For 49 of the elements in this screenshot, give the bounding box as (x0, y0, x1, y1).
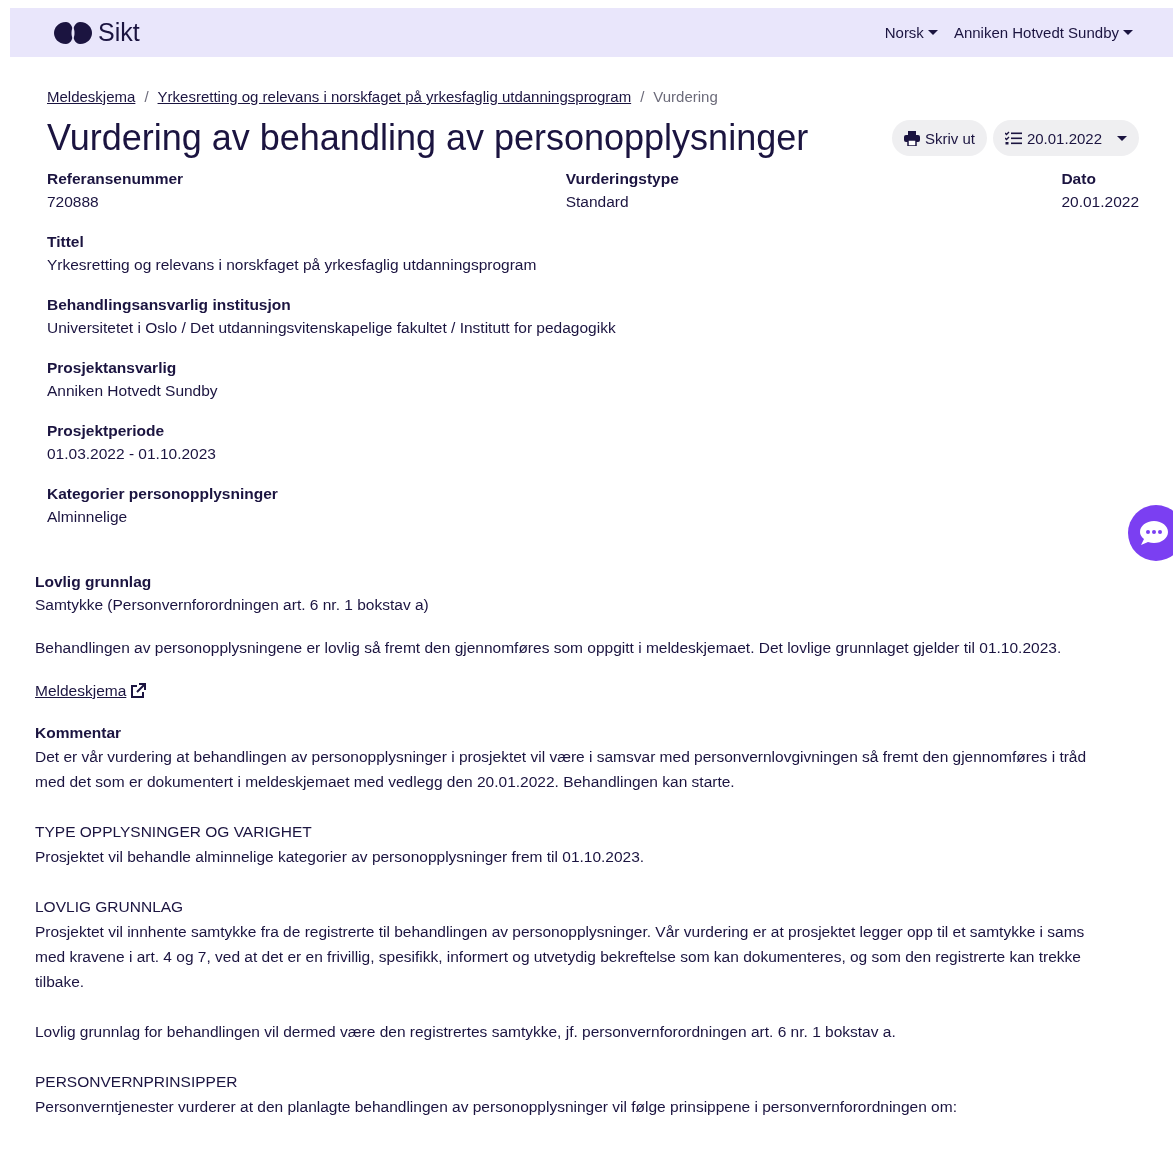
version-dropdown[interactable]: 20.01.2022 (992, 120, 1139, 156)
external-link-icon (130, 682, 147, 699)
text-line: Prosjektet vil innhente samtykke fra de registrerte til behandlingen av personopplysninger. Vår vurdering er at prosjektet legger opp til et samtykke i sams (35, 922, 1086, 942)
paragraph: Behandlingen av personopplysningene er lovlig så fremt den gjennomføres som oppgitt i meldeskjemaet. Det lovlige grunnlaget gjelder til 01.10.2023. (35, 638, 1063, 658)
field-label: Behandlingsansvarlig institusjon (47, 295, 292, 315)
field-value: 20.01.2022 (1061, 192, 1139, 212)
printer-icon (903, 130, 920, 146)
breadcrumb-current: Vurdering (653, 88, 718, 105)
field-value: 01.03.2022 - 01.10.2023 (47, 444, 217, 464)
text-line: med kravene i art. 4 og 7, ved at det er en frivillig, spesifikk, informert og utvetydig bekreftelse som kan dokumenteres, og som den registrerte kan trekke (35, 947, 1082, 967)
page-title: Vurdering av behandling av personopplysninger (47, 117, 809, 159)
field-label: Vurderingstype (565, 169, 679, 189)
breadcrumb-separator: / (640, 88, 645, 105)
field-value: Alminnelige (47, 507, 129, 527)
text-line: Det er vår vurdering at behandlingen av personopplysninger i prosjektet vil være i samsvar med personvernlovgivningen så fremt den gjennomføres i tråd (35, 747, 1088, 767)
breadcrumb-separator: / (144, 88, 149, 105)
chat-bubble-icon (1138, 519, 1170, 547)
field-value: Anniken Hotvedt Sundby (47, 381, 219, 401)
section-heading: Kommentar (35, 723, 123, 743)
text-line: TYPE OPPLYSNINGER OG VARIGHET (35, 822, 313, 842)
field-label: Prosjektansvarlig (47, 358, 178, 378)
text-line: tilbake. (35, 972, 86, 992)
field-label: Prosjektperiode (47, 421, 166, 441)
dropdown-menu[interactable]: Anniken Hotvedt Sundby (953, 24, 1133, 41)
dropdown-menu[interactable]: Norsk (884, 24, 938, 41)
text-line: PERSONVERNPRINSIPPER (35, 1072, 239, 1092)
logo-text: Sikt (98, 18, 140, 47)
external-link[interactable]: Meldeskjema (35, 679, 147, 702)
chat-button[interactable] (1128, 505, 1173, 561)
checklist-icon (1004, 131, 1022, 145)
text-line: Prosjektet vil behandle alminnelige kategorier av personopplysninger frem til 01.10.2023. (35, 847, 646, 867)
text-line: Personverntjenester vurderer at den planlagte behandlingen av personopplysninger vil følge prinsippene i personvernforordningen om: (35, 1097, 958, 1117)
field-label: Dato (1061, 169, 1097, 189)
field-label: Kategorier personopplysninger (47, 484, 279, 504)
field-value: Yrkesretting og relevans i norskfaget på yrkesfaglig utdanningsprogram (47, 255, 538, 275)
field-label: Referansenummer (47, 169, 184, 189)
section-heading: Lovlig grunnlag (35, 572, 153, 592)
text-line: Lovlig grunnlag for behandlingen vil dermed være den registrertes samtykke, jf. personvernforordningen art. 6 nr. 1 bokstav a. (35, 1022, 897, 1042)
field-label: Tittel (47, 232, 85, 252)
field-value: 720888 (47, 192, 100, 212)
text-line: LOVLIG GRUNNLAG (35, 897, 185, 917)
field-value: Standard (565, 192, 630, 212)
breadcrumb-link[interactable]: Yrkesretting og relevans i norskfaget på yrkesfaglig utdanningsprogram (157, 88, 632, 105)
section-text: Samtykke (Personvernforordningen art. 6 nr. 1 bokstav a) (35, 595, 430, 615)
print-button[interactable]: Skriv ut (891, 120, 987, 156)
breadcrumb-link[interactable]: Meldeskjema (47, 88, 136, 105)
field-value: Universitetet i Oslo / Det utdanningsvitenskapelige fakultet / Institutt for pedagogikk (47, 318, 617, 338)
text-line: med det som er dokumentert i meldeskjemaet med vedlegg den 20.01.2022. Behandlingen kan starte. (35, 772, 736, 792)
logo-icon (54, 20, 92, 45)
